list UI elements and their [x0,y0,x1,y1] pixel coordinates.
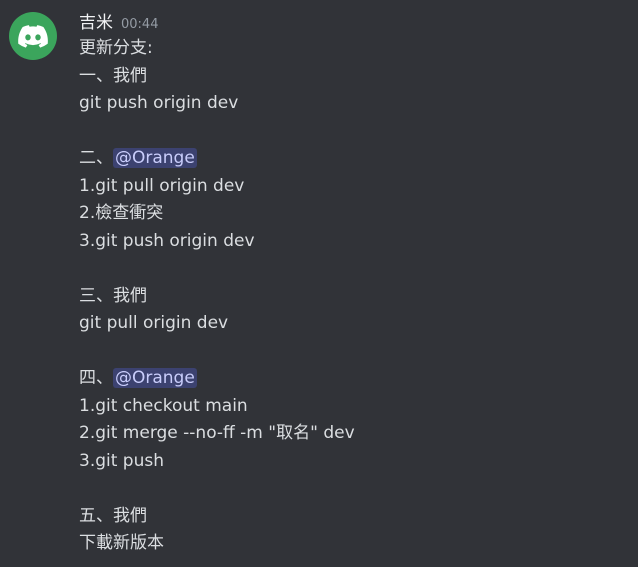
user-mention[interactable]: @Orange [113,368,197,388]
discord-logo-icon [18,24,48,48]
message-header: 吉米 00:44 [79,8,158,34]
line-prefix: 二、 [79,148,113,168]
message-line: 五、我們 [79,505,147,526]
user-mention[interactable]: @Orange [113,148,197,168]
chat-message: 吉米 00:44 更新分支: 一、我們 git push origin dev … [0,0,638,567]
message-line: 一、我們 [79,65,147,86]
message-line: 2.檢查衝突 [79,203,164,223]
message-line: 二、 @Orange [79,145,619,173]
message-content: 更新分支: 一、我們 git push origin dev 二、 @Orange… [79,35,619,558]
message-line: 三、我們 [79,285,147,306]
message-line: git push origin dev [79,93,239,113]
message-line: 2.git merge --no-ff -m "取名" dev [79,423,355,443]
message-line: 1.git checkout main [79,395,248,416]
username[interactable]: 吉米 [79,8,113,33]
message-line: 更新分支: [79,38,153,58]
timestamp[interactable]: 00:44 [121,17,158,32]
message-line: 四、 @Orange [79,365,619,393]
message-line: 下載新版本 [79,533,164,553]
message-line: 3.git push [79,450,164,471]
message-line: git pull origin dev [79,313,229,333]
message-line: 3.git push origin dev [79,230,255,251]
avatar[interactable] [9,12,57,60]
line-prefix: 四、 [79,368,113,388]
message-line: 1.git pull origin dev [79,175,245,196]
